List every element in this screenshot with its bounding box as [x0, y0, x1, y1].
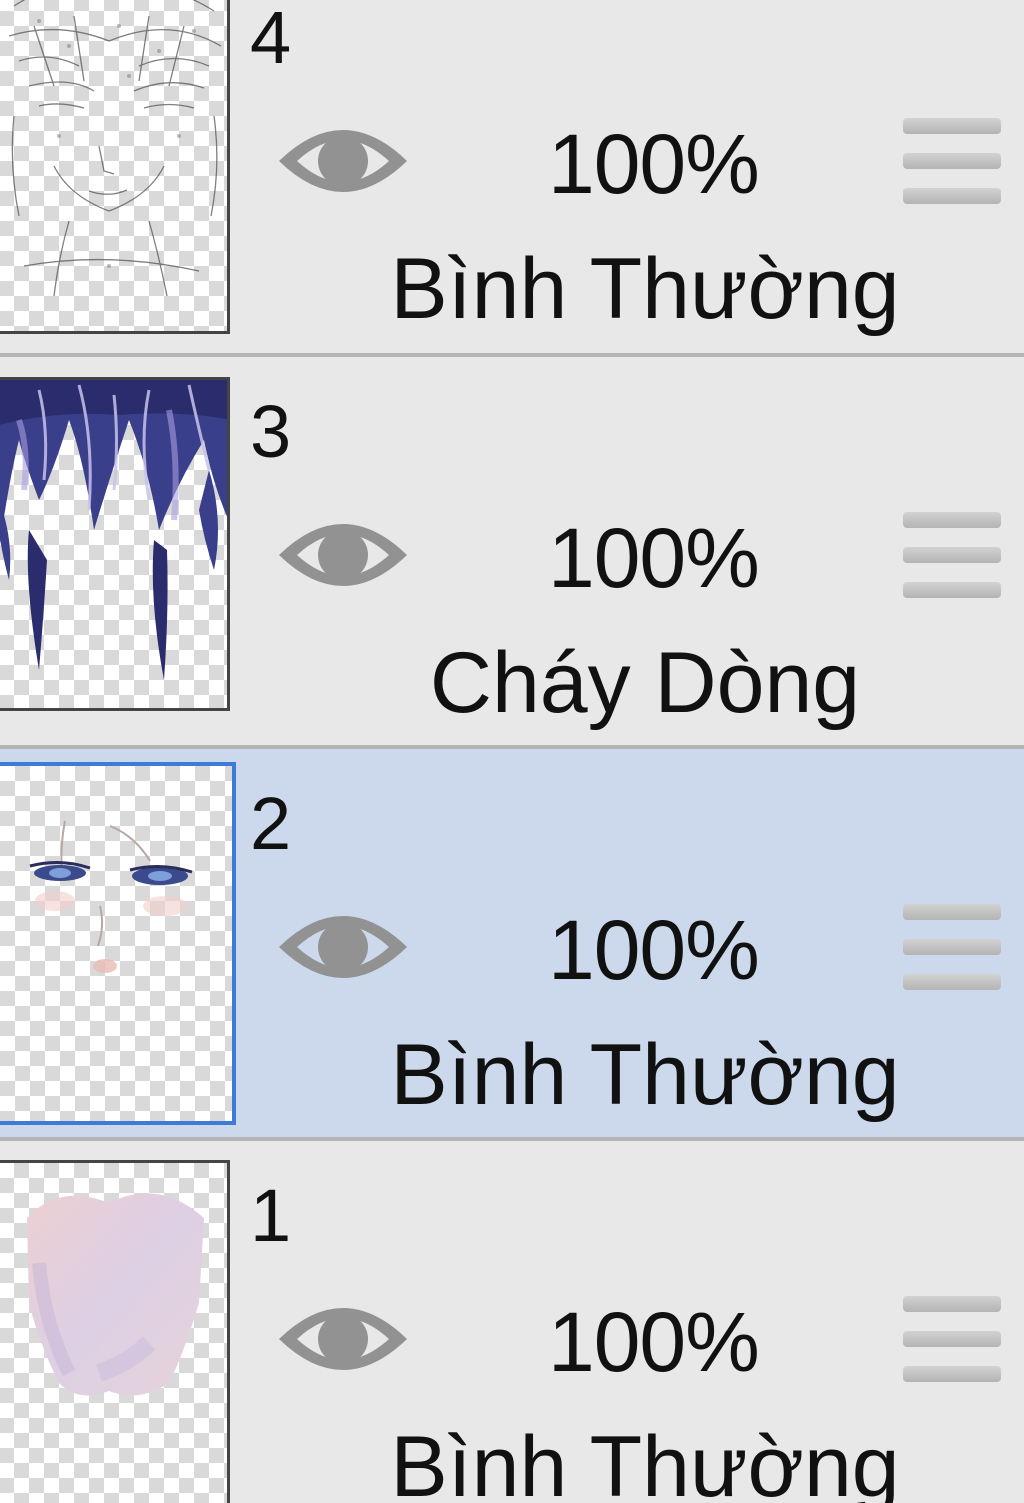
layer-number: 4	[250, 0, 292, 79]
layer-opacity[interactable]: 100%	[548, 122, 778, 206]
layer-blend-mode[interactable]: Bình Thường	[300, 1032, 990, 1118]
layer-row-3[interactable]: 3 100% Cháy Dòng	[0, 357, 1024, 749]
layer-opacity[interactable]: 100%	[548, 908, 778, 992]
layers-panel: 4 100% Bình Thường 3 100% Cháy Dòng 2 10…	[0, 0, 1024, 1503]
layer-thumbnail[interactable]	[0, 377, 230, 711]
layer-number: 3	[250, 390, 292, 473]
drag-handle-icon[interactable]	[903, 904, 1001, 992]
layer-opacity[interactable]: 100%	[548, 1300, 778, 1384]
eye-icon[interactable]	[275, 507, 411, 603]
layer-blend-mode[interactable]: Bình Thường	[300, 246, 990, 332]
layer-thumbnail[interactable]	[0, 0, 230, 334]
eye-icon[interactable]	[275, 113, 411, 209]
layer-row-1[interactable]: 1 100% Bình Thường	[0, 1141, 1024, 1503]
eye-icon[interactable]	[275, 1291, 411, 1387]
eye-icon[interactable]	[275, 899, 411, 995]
layer-number: 2	[250, 782, 292, 865]
layer-number: 1	[250, 1174, 292, 1257]
layer-thumbnail[interactable]	[0, 1160, 230, 1503]
drag-handle-icon[interactable]	[903, 512, 1001, 600]
layer-blend-mode[interactable]: Cháy Dòng	[300, 640, 990, 726]
layer-opacity[interactable]: 100%	[548, 516, 778, 600]
layer-row-2[interactable]: 2 100% Bình Thường	[0, 749, 1024, 1141]
drag-handle-icon[interactable]	[903, 118, 1001, 206]
layer-row-4[interactable]: 4 100% Bình Thường	[0, 0, 1024, 355]
layer-thumbnail[interactable]	[0, 762, 236, 1125]
drag-handle-icon[interactable]	[903, 1296, 1001, 1384]
layer-blend-mode[interactable]: Bình Thường	[300, 1424, 990, 1503]
